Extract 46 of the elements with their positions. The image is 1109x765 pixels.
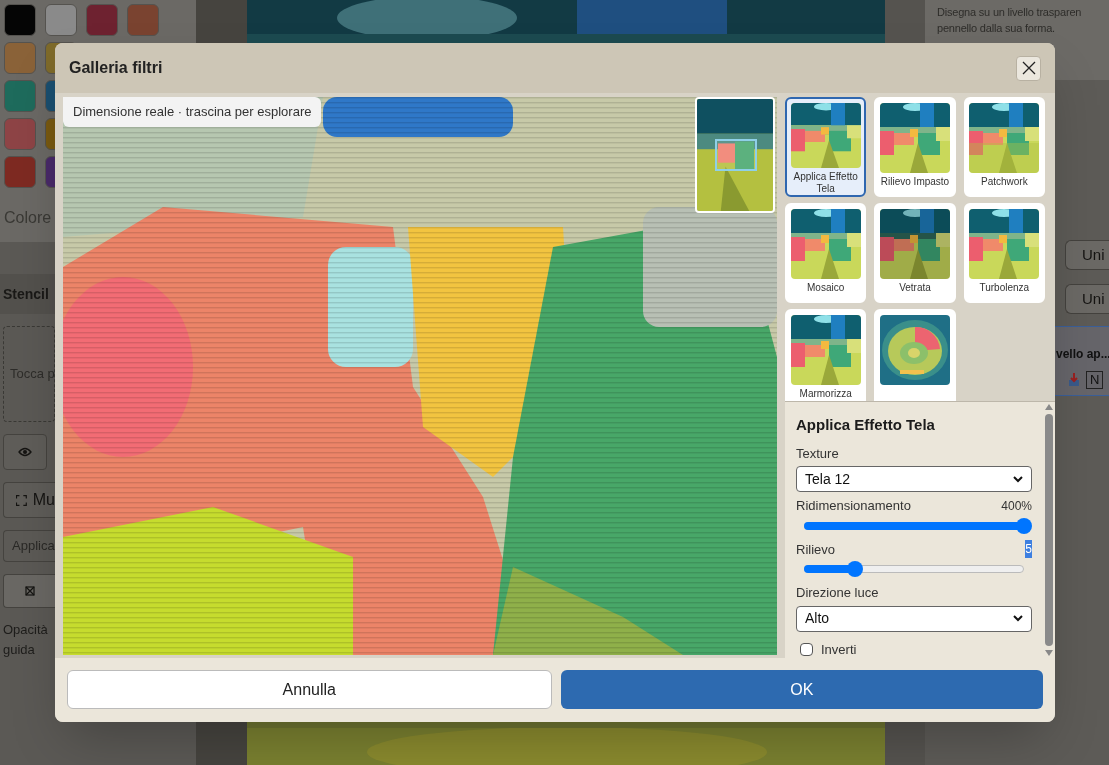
color-swatch[interactable]	[127, 4, 159, 36]
fullscreen-icon	[16, 494, 27, 506]
visibility-button[interactable]	[3, 434, 47, 470]
color-swatch[interactable]	[4, 118, 36, 150]
ok-button[interactable]: OK	[560, 670, 1043, 709]
slider-thumb[interactable]	[846, 561, 863, 577]
icon-button[interactable]	[3, 574, 55, 608]
chevron-icon	[1013, 475, 1023, 483]
checkbox-label: Inverti	[821, 640, 857, 659]
select-field[interactable]: Alto	[796, 605, 1032, 632]
download-icon	[1068, 373, 1080, 387]
filter-tile[interactable]: Mosaico	[785, 203, 867, 303]
field-label: Rilievo	[796, 540, 835, 559]
color-swatch[interactable]	[4, 80, 36, 112]
hint-text: pennello dalla sua forma.	[937, 21, 1056, 36]
close-icon	[1021, 61, 1036, 75]
color-swatch[interactable]	[4, 4, 36, 36]
frame-icon	[24, 586, 35, 596]
settings-title: Applica Effetto Tela	[796, 415, 936, 435]
slider-thumb[interactable]	[1016, 517, 1032, 534]
color-swatch[interactable]	[86, 4, 118, 36]
cancel-button[interactable]: Annulla	[67, 670, 552, 709]
field-label: Texture	[796, 444, 840, 463]
section-title: Stencil	[3, 284, 49, 304]
color-swatch[interactable]	[4, 42, 36, 74]
field-label: Ridimensionamento	[796, 497, 911, 515]
select-field[interactable]: Tela 12	[796, 466, 1032, 492]
filter-tile[interactable]: Rilievo Impasto	[874, 97, 956, 197]
color-swatch[interactable]	[4, 156, 36, 188]
filter-tile[interactable]: Vetrata	[874, 203, 956, 303]
filter-tile[interactable]: Patchwork	[963, 97, 1045, 197]
filter-tile[interactable]: Applica Effetto Tela	[785, 97, 867, 197]
color-swatch[interactable]	[45, 4, 77, 36]
field-label: Direzione luce	[796, 584, 880, 602]
close-button[interactable]	[1016, 55, 1041, 81]
scroll-down-icon	[1045, 650, 1053, 656]
slider-value: 400%	[1001, 497, 1032, 515]
checkbox[interactable]	[800, 642, 813, 656]
opacity-label: Opacità guida	[3, 621, 49, 659]
eye-icon	[18, 447, 32, 457]
chevron-icon	[1013, 615, 1023, 622]
scrollbar[interactable]	[1043, 402, 1055, 658]
filter-tile[interactable]: Turbolenza	[963, 203, 1045, 303]
scroll-up-icon	[1045, 404, 1053, 410]
slider-value: 5	[1025, 540, 1032, 559]
dialog-title: Galleria filtri	[69, 58, 163, 78]
